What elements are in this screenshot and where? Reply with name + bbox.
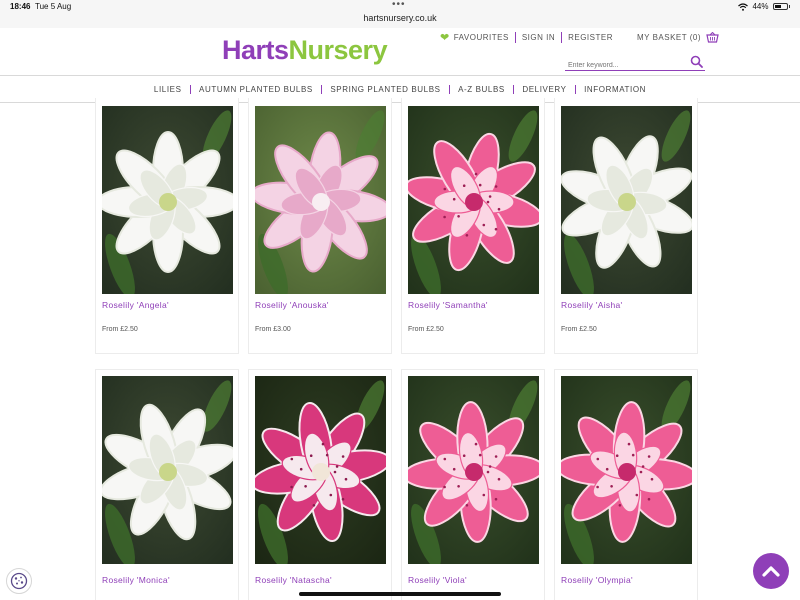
product-name[interactable]: Roselily 'Aisha' bbox=[561, 300, 622, 310]
cookie-settings-button[interactable] bbox=[6, 568, 32, 594]
product-image[interactable] bbox=[408, 106, 539, 294]
divider bbox=[561, 32, 563, 43]
status-icons: 44% bbox=[738, 2, 790, 11]
product-card[interactable]: Roselily 'Monica' bbox=[95, 369, 239, 600]
product-price: From £3.00 bbox=[255, 326, 291, 333]
date: Tue 5 Aug bbox=[35, 2, 72, 11]
register-link[interactable]: REGISTER bbox=[568, 33, 613, 42]
flower-illustration bbox=[408, 376, 539, 564]
site-logo[interactable]: HartsNursery bbox=[222, 35, 388, 66]
heart-icon[interactable]: ❤ bbox=[440, 31, 450, 44]
divider bbox=[514, 32, 516, 43]
flower-illustration bbox=[561, 106, 692, 294]
flower-illustration bbox=[255, 106, 386, 294]
product-name[interactable]: Roselily 'Samantha' bbox=[408, 300, 488, 310]
product-image[interactable] bbox=[102, 376, 233, 564]
flower-illustration bbox=[102, 106, 233, 294]
product-price: From £2.50 bbox=[102, 326, 138, 333]
battery-icon bbox=[772, 3, 788, 10]
product-name[interactable]: Roselily 'Viola' bbox=[408, 575, 467, 585]
flower-illustration bbox=[561, 376, 692, 564]
nav-lilies[interactable]: LILIES bbox=[146, 85, 190, 94]
product-image[interactable] bbox=[408, 376, 539, 564]
nav-a-z-bulbs[interactable]: A-Z BULBS bbox=[450, 85, 513, 94]
flower-illustration bbox=[102, 376, 233, 564]
product-name[interactable]: Roselily 'Natascha' bbox=[255, 575, 332, 585]
flower-illustration bbox=[255, 376, 386, 564]
product-image[interactable] bbox=[255, 106, 386, 294]
product-name[interactable]: Roselily 'Anouska' bbox=[255, 300, 329, 310]
basket-link[interactable]: MY BASKET (0) bbox=[637, 33, 701, 42]
product-image[interactable] bbox=[561, 376, 692, 564]
search-input[interactable] bbox=[565, 57, 685, 74]
product-card[interactable]: Roselily 'Anouska' From £3.00 bbox=[248, 98, 392, 354]
product-price: From £2.50 bbox=[561, 326, 597, 333]
product-image[interactable] bbox=[561, 106, 692, 294]
divider bbox=[619, 32, 631, 43]
product-card[interactable]: Roselily 'Viola' bbox=[401, 369, 545, 600]
battery-tip bbox=[788, 5, 790, 8]
chevron-up-icon bbox=[762, 566, 780, 577]
basket-icon[interactable] bbox=[706, 32, 719, 43]
product-card[interactable]: Roselily 'Samantha' From £2.50 bbox=[401, 98, 545, 354]
home-indicator[interactable] bbox=[299, 592, 501, 596]
search-bar bbox=[565, 54, 705, 74]
battery-percent: 44% bbox=[752, 2, 769, 11]
cookie-icon bbox=[10, 572, 28, 590]
account-links: ❤ FAVOURITES SIGN IN REGISTER MY BASKET … bbox=[440, 31, 719, 44]
search-icon[interactable] bbox=[690, 55, 703, 68]
product-price: From £2.50 bbox=[408, 326, 444, 333]
product-image[interactable] bbox=[255, 376, 386, 564]
sign-in-link[interactable]: SIGN IN bbox=[522, 33, 555, 42]
product-card[interactable]: Roselily 'Olympia' bbox=[554, 369, 698, 600]
nav-autumn-planted-bulbs[interactable]: AUTUMN PLANTED BULBS bbox=[191, 85, 321, 94]
product-name[interactable]: Roselily 'Monica' bbox=[102, 575, 170, 585]
product-name[interactable]: Roselily 'Olympia' bbox=[561, 575, 633, 585]
favourites-link[interactable]: FAVOURITES bbox=[454, 33, 509, 42]
logo-nursery: Nursery bbox=[288, 35, 388, 65]
nav-information[interactable]: INFORMATION bbox=[576, 85, 654, 94]
nav-spring-planted-bulbs[interactable]: SPRING PLANTED BULBS bbox=[322, 85, 448, 94]
flower-illustration bbox=[408, 106, 539, 294]
address-bar[interactable]: hartsnursery.co.uk bbox=[0, 13, 800, 23]
wifi-icon bbox=[738, 2, 749, 11]
nav-delivery[interactable]: DELIVERY bbox=[514, 85, 574, 94]
product-card[interactable]: Roselily 'Natascha' bbox=[248, 369, 392, 600]
product-image[interactable] bbox=[102, 106, 233, 294]
product-card[interactable]: Roselily 'Aisha' From £2.50 bbox=[554, 98, 698, 354]
status-bar: 18:46 Tue 5 Aug ••• hartsnursery.co.uk 4… bbox=[0, 0, 800, 28]
logo-harts: Harts bbox=[222, 35, 289, 65]
scroll-to-top-button[interactable] bbox=[753, 553, 789, 589]
product-card[interactable]: Roselily 'Angela' From £2.50 bbox=[95, 98, 239, 354]
multitasking-dots[interactable]: ••• bbox=[392, 0, 406, 10]
clock: 18:46 bbox=[10, 2, 31, 11]
product-name[interactable]: Roselily 'Angela' bbox=[102, 300, 169, 310]
site-header: HartsNursery ❤ FAVOURITES SIGN IN REGIST… bbox=[0, 28, 800, 76]
